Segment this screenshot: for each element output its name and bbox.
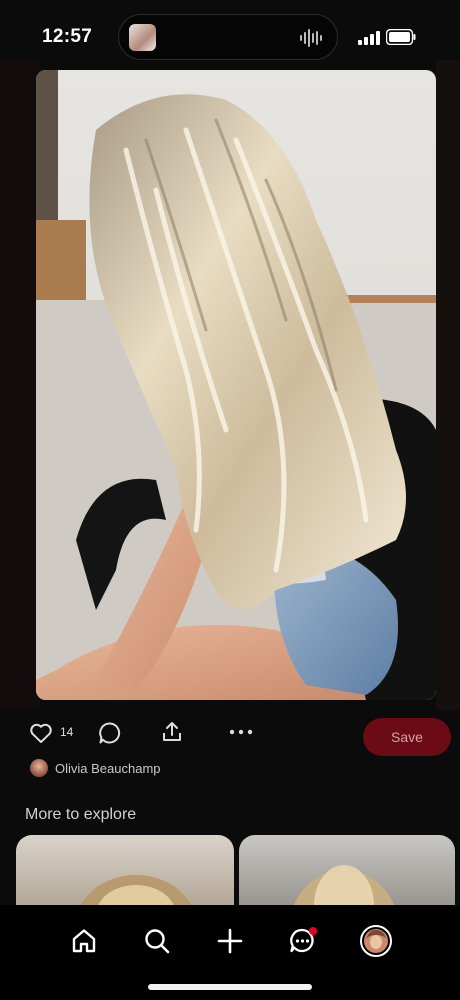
dynamic-island[interactable] [118, 14, 338, 60]
more-dots-icon [229, 729, 253, 735]
tab-search[interactable] [137, 921, 177, 961]
battery-icon [386, 29, 416, 45]
background-edge-right [436, 60, 460, 710]
home-indicator [148, 984, 312, 990]
messages-icon [290, 927, 317, 953]
status-time: 12:57 [42, 26, 93, 47]
like-count: 14 [60, 725, 74, 739]
pin-photo [36, 70, 436, 700]
tab-create[interactable] [210, 921, 250, 961]
home-icon [72, 929, 96, 953]
pin-author[interactable]: Olivia Beauchamp [30, 758, 161, 778]
comment-button[interactable] [96, 719, 124, 747]
tab-profile[interactable] [356, 921, 396, 961]
pin-action-row: 14 Save [0, 706, 460, 758]
more-to-explore-title: More to explore [25, 806, 137, 823]
author-avatar [30, 759, 48, 777]
now-playing-thumbnail [129, 24, 156, 51]
share-icon [163, 722, 181, 741]
cellular-signal-icon [358, 31, 380, 45]
heart-icon [30, 723, 52, 743]
save-button[interactable]: Save [363, 718, 451, 756]
tab-messages[interactable] [283, 921, 323, 961]
pin-image[interactable] [36, 70, 436, 700]
profile-avatar [360, 925, 392, 957]
share-button[interactable] [158, 718, 186, 746]
like-button[interactable] [28, 720, 54, 746]
comment-icon [99, 722, 121, 744]
create-icon [217, 928, 243, 954]
audio-wave-icon [300, 29, 322, 47]
status-bar: 12:57 [0, 0, 460, 72]
tab-home[interactable] [64, 921, 104, 961]
search-icon [145, 929, 170, 954]
author-name: Olivia Beauchamp [55, 760, 161, 776]
background-edge-left [0, 60, 40, 710]
notification-dot [309, 927, 317, 935]
more-options-button[interactable] [226, 722, 256, 742]
